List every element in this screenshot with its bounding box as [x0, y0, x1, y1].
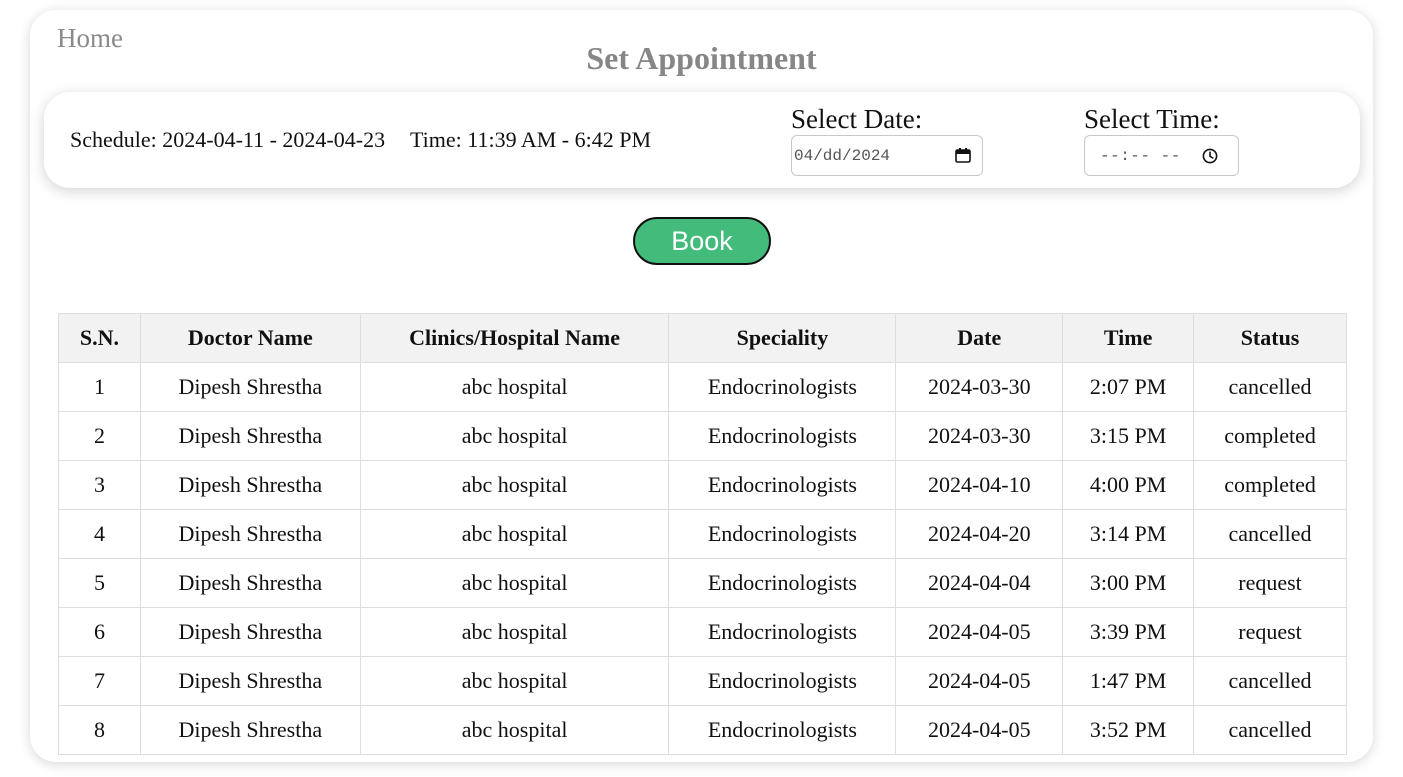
cell-sn: 1: [58, 362, 141, 412]
cell-doctor-name: Dipesh Shrestha: [139, 558, 361, 608]
date-input-value: 04/dd/2024: [794, 147, 891, 165]
cell-doctor-name: Dipesh Shrestha: [139, 607, 361, 657]
header-sn: S.N.: [58, 313, 141, 363]
cell-time: 2:07 PM: [1062, 362, 1195, 412]
table-row: 5 Dipesh Shrestha abc hospital Endocrino…: [58, 558, 1347, 608]
cell-sn: 2: [58, 411, 141, 461]
cell-status: completed: [1193, 460, 1347, 510]
calendar-icon[interactable]: [955, 148, 971, 163]
header-status: Status: [1193, 313, 1347, 363]
cell-doctor-name: Dipesh Shrestha: [139, 656, 361, 706]
cell-hospital-name: abc hospital: [359, 411, 670, 461]
cell-time: 3:00 PM: [1062, 558, 1195, 608]
table-row: 1 Dipesh Shrestha abc hospital Endocrino…: [58, 362, 1347, 412]
cell-hospital-name: abc hospital: [359, 509, 670, 559]
cell-status: request: [1193, 558, 1347, 608]
cell-time: 3:39 PM: [1062, 607, 1195, 657]
cell-date: 2024-03-30: [895, 411, 1064, 461]
page-title: Set Appointment: [586, 40, 817, 76]
cell-sn: 5: [58, 558, 141, 608]
table-row: 2 Dipesh Shrestha abc hospital Endocrino…: [58, 411, 1347, 461]
cell-speciality: Endocrinologists: [668, 607, 897, 657]
cell-speciality: Endocrinologists: [668, 656, 897, 706]
date-label: Select Date:: [791, 104, 923, 134]
cell-speciality: Endocrinologists: [668, 460, 897, 510]
table-row: 4 Dipesh Shrestha abc hospital Endocrino…: [58, 509, 1347, 559]
cell-date: 2024-04-05: [895, 607, 1064, 657]
cell-time: 3:14 PM: [1062, 509, 1195, 559]
cell-date: 2024-04-05: [895, 656, 1064, 706]
header-time: Time: [1062, 313, 1195, 363]
cell-status: cancelled: [1193, 509, 1347, 559]
table-header-row: S.N. Doctor Name Clinics/Hospital Name S…: [58, 313, 1347, 363]
schedule-panel: Schedule: 2024-04-11 - 2024-04-23 Time: …: [44, 92, 1360, 188]
header-speciality: Speciality: [668, 313, 897, 363]
table-row: 3 Dipesh Shrestha abc hospital Endocrino…: [58, 460, 1347, 510]
cell-status: request: [1193, 607, 1347, 657]
header-date: Date: [895, 313, 1064, 363]
cell-status: cancelled: [1193, 656, 1347, 706]
cell-hospital-name: abc hospital: [359, 656, 670, 706]
cell-speciality: Endocrinologists: [668, 705, 897, 755]
cell-hospital-name: abc hospital: [359, 558, 670, 608]
header-doctor-name: Doctor Name: [139, 313, 361, 363]
cell-doctor-name: Dipesh Shrestha: [139, 411, 361, 461]
cell-sn: 7: [58, 656, 141, 706]
time-input[interactable]: --:-- --: [1084, 135, 1239, 176]
cell-speciality: Endocrinologists: [668, 362, 897, 412]
cell-hospital-name: abc hospital: [359, 705, 670, 755]
cell-time: 1:47 PM: [1062, 656, 1195, 706]
cell-time: 3:52 PM: [1062, 705, 1195, 755]
schedule-range: Schedule: 2024-04-11 - 2024-04-23: [70, 127, 386, 152]
cell-sn: 4: [58, 509, 141, 559]
appointments-table: S.N. Doctor Name Clinics/Hospital Name S…: [58, 313, 1347, 755]
date-input[interactable]: 04/dd/2024: [791, 135, 983, 176]
cell-status: cancelled: [1193, 362, 1347, 412]
cell-sn: 6: [58, 607, 141, 657]
cell-date: 2024-04-04: [895, 558, 1064, 608]
cell-hospital-name: abc hospital: [359, 607, 670, 657]
cell-time: 4:00 PM: [1062, 460, 1195, 510]
cell-speciality: Endocrinologists: [668, 558, 897, 608]
table-row: 6 Dipesh Shrestha abc hospital Endocrino…: [58, 607, 1347, 657]
cell-hospital-name: abc hospital: [359, 362, 670, 412]
table-row: 7 Dipesh Shrestha abc hospital Endocrino…: [58, 656, 1347, 706]
cell-time: 3:15 PM: [1062, 411, 1195, 461]
time-input-value: --:-- --: [1100, 147, 1181, 165]
cell-speciality: Endocrinologists: [668, 411, 897, 461]
cell-date: 2024-04-10: [895, 460, 1064, 510]
cell-date: 2024-03-30: [895, 362, 1064, 412]
appointment-card: Home Set Appointment Schedule: 2024-04-1…: [30, 10, 1373, 762]
cell-sn: 8: [58, 705, 141, 755]
cell-hospital-name: abc hospital: [359, 460, 670, 510]
cell-status: cancelled: [1193, 705, 1347, 755]
time-label: Select Time:: [1084, 104, 1220, 134]
book-button[interactable]: Book: [633, 217, 771, 265]
cell-status: completed: [1193, 411, 1347, 461]
cell-sn: 3: [58, 460, 141, 510]
cell-doctor-name: Dipesh Shrestha: [139, 509, 361, 559]
table-row: 8 Dipesh Shrestha abc hospital Endocrino…: [58, 705, 1347, 755]
cell-date: 2024-04-20: [895, 509, 1064, 559]
cell-doctor-name: Dipesh Shrestha: [139, 705, 361, 755]
cell-doctor-name: Dipesh Shrestha: [139, 460, 361, 510]
cell-speciality: Endocrinologists: [668, 509, 897, 559]
clock-icon[interactable]: [1202, 148, 1218, 164]
schedule-time: Time: 11:39 AM - 6:42 PM: [410, 127, 652, 152]
cell-doctor-name: Dipesh Shrestha: [139, 362, 361, 412]
cell-date: 2024-04-05: [895, 705, 1064, 755]
header-hospital-name: Clinics/Hospital Name: [359, 313, 670, 363]
